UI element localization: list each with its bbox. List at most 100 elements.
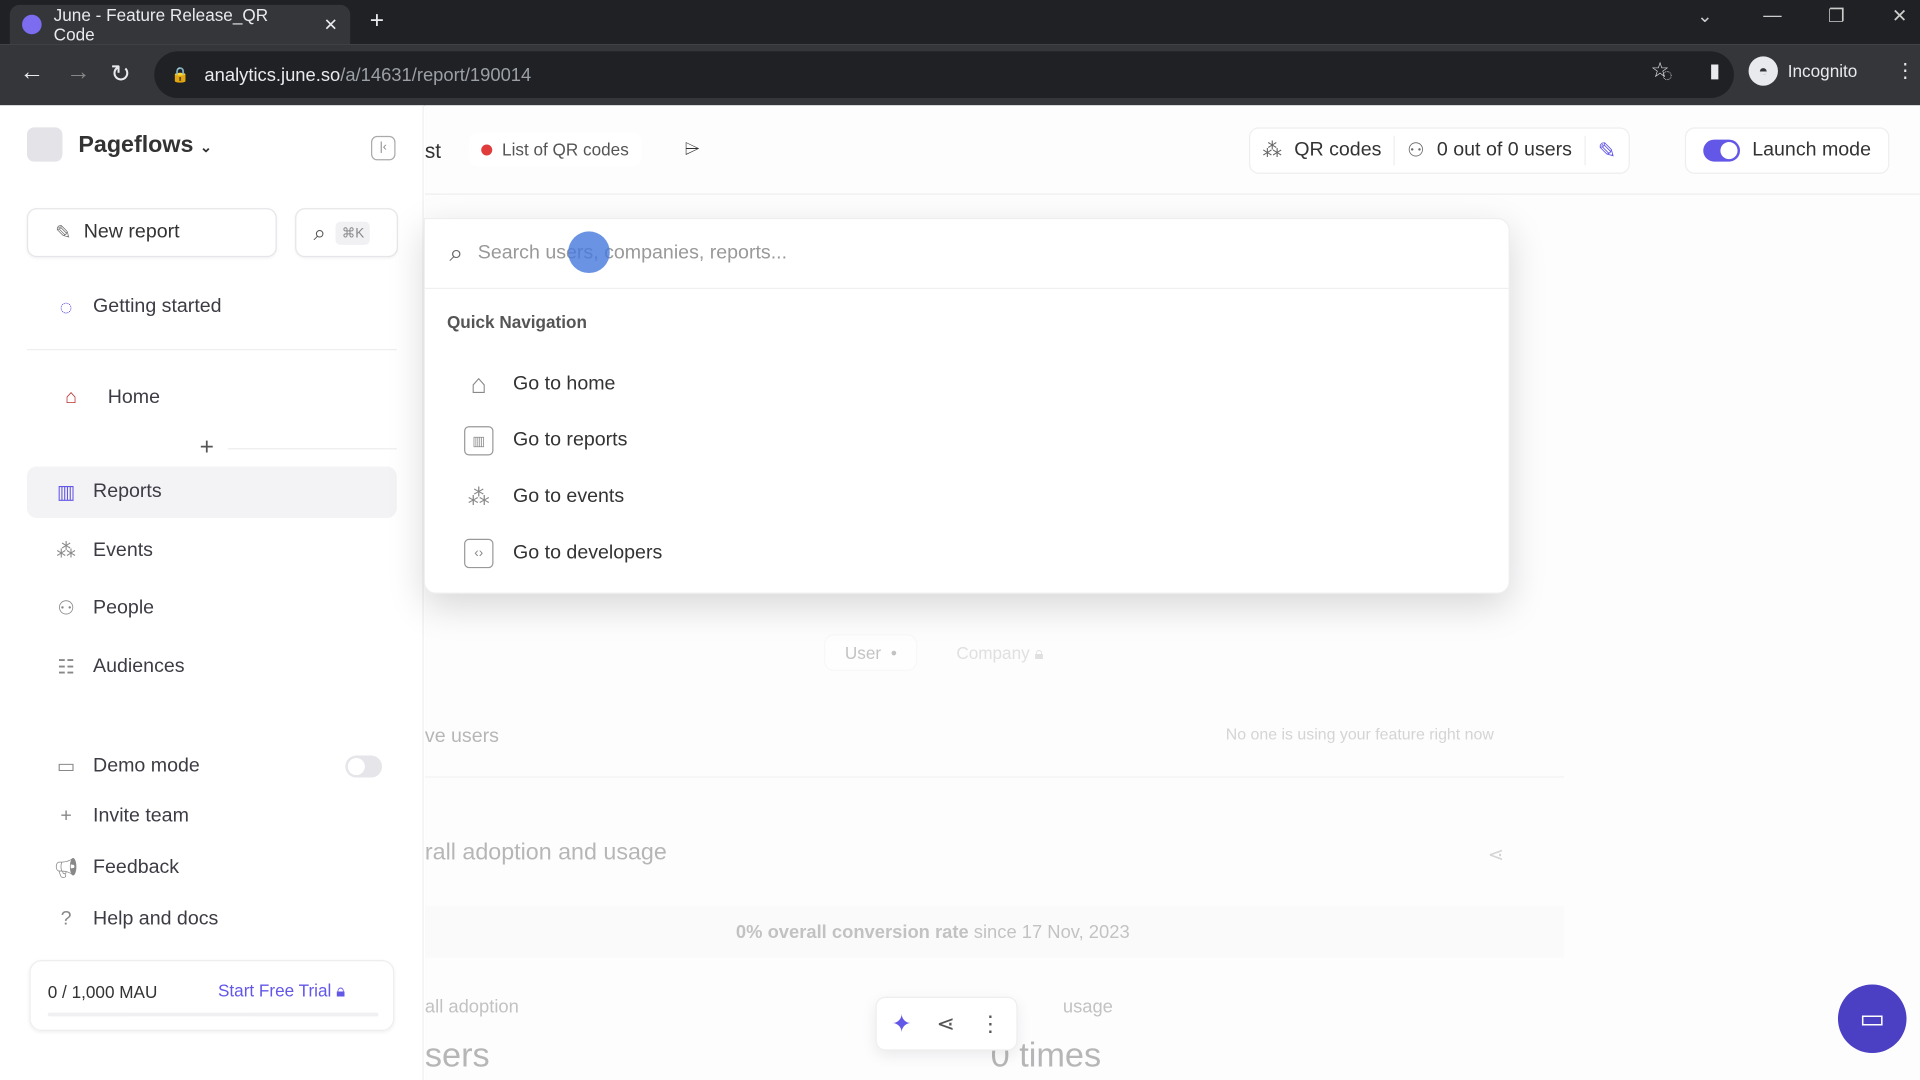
search-button[interactable]: ⌕ ⌘K [295, 208, 398, 258]
address-bar[interactable]: 🔒 analytics.june.so/a/14631/report/190014… [154, 51, 1734, 98]
maximize-button[interactable]: ❐ [1828, 5, 1844, 27]
active-users-title: ve users [424, 726, 499, 747]
june-favicon-icon [22, 14, 42, 35]
tag-icon[interactable]: ⌲ [684, 138, 699, 160]
profile-label: Incognito [1787, 61, 1858, 81]
browser-tab[interactable]: June - Feature Release_QR Code ✕ [9, 4, 351, 45]
tab-user[interactable]: User • [824, 634, 918, 672]
label: User [844, 642, 882, 663]
workspace-name: Pageflows [78, 132, 194, 158]
home-icon: ⌂ [65, 386, 77, 408]
adoption-value: sers [424, 1035, 490, 1074]
sidebar-item-help[interactable]: ? Help and docs [27, 894, 397, 945]
new-report-button[interactable]: ✎ New report [26, 208, 277, 258]
lock-icon: 🔒︎ [1034, 642, 1044, 663]
sidebar-item-events[interactable]: ⁂ Events [27, 525, 397, 576]
sidebar-item-demo-mode[interactable]: ▭ Demo mode [27, 741, 397, 792]
collapse-sidebar-icon[interactable]: |‹ [371, 135, 396, 161]
list-tag-label: List of QR codes [502, 139, 629, 160]
forward-icon[interactable]: → [66, 59, 90, 87]
sidebar-item-reports[interactable]: ▥ Reports [26, 466, 397, 518]
label: Go to home [513, 373, 616, 395]
label: Audiences [93, 656, 185, 678]
reports-icon: ▥ [56, 482, 76, 504]
share-icon[interactable]: ⋖ [936, 1011, 954, 1037]
close-tab-icon[interactable]: ✕ [324, 14, 338, 35]
floating-toolbar: ✦ ⋖ ⋮ [875, 996, 1018, 1051]
side-panel-icon[interactable]: ▮ [1709, 59, 1720, 83]
reload-icon[interactable]: ↻ [110, 59, 131, 90]
label: People [93, 597, 155, 619]
sidebar-item-feedback[interactable]: 📢︎ Feedback [27, 842, 397, 893]
chevron-down-icon: ⌄ [199, 138, 213, 156]
start-trial-link[interactable]: Start Free Trial 🔒︎ [218, 981, 345, 1002]
search-icon: ⌕ [449, 239, 464, 267]
nav-go-to-home[interactable]: ⌂ Go to home [464, 360, 616, 409]
back-icon[interactable]: ← [20, 59, 44, 87]
mau-count: 0 / 1,000 MAU [47, 982, 158, 1002]
more-icon[interactable]: ⋮ [979, 1011, 1001, 1037]
section-heading: Quick Navigation [446, 312, 587, 332]
label: Feedback [93, 857, 180, 878]
nav-go-to-developers[interactable]: ‹› Go to developers [464, 529, 662, 578]
close-window-button[interactable]: ✕ [1892, 5, 1907, 27]
conversion-since: since 17 Nov, 2023 [968, 922, 1130, 943]
url-host: analytics.june.so [204, 64, 341, 86]
browser-menu-icon[interactable]: ⋮ [1896, 59, 1916, 83]
edit-icon: ✎ [55, 222, 72, 244]
tab-search-icon[interactable]: ⌄ [1697, 5, 1712, 27]
tab-company[interactable]: Company 🔒︎ [956, 643, 1043, 664]
label: Events [93, 540, 153, 561]
sidebar-item-getting-started[interactable]: ◌ Getting started [27, 282, 397, 333]
shortcut-badge: ⌘K [335, 221, 371, 245]
audiences-icon: ☷ [57, 657, 75, 679]
mau-card: 0 / 1,000 MAU Start Free Trial 🔒︎ [29, 960, 395, 1032]
list-tag[interactable]: List of QR codes [468, 132, 642, 167]
divider [26, 348, 397, 351]
trial-label: Start Free Trial [217, 980, 332, 1001]
nav-go-to-events[interactable]: ⁂ Go to events [464, 473, 624, 522]
demo-mode-toggle[interactable] [345, 755, 383, 778]
window-icon: ▭ [56, 756, 76, 778]
new-tab-button[interactable]: + [370, 7, 384, 35]
label: Help and docs [93, 908, 219, 930]
help-icon: ? [60, 908, 72, 930]
incognito-profile[interactable]: ◓ Incognito [1748, 56, 1858, 86]
label: Demo mode [93, 755, 200, 777]
workspace-switcher[interactable]: Pageflows ⌄ [78, 132, 212, 159]
breadcrumb[interactable]: st [425, 140, 441, 164]
lock-icon: 🔒 [171, 66, 190, 84]
add-pinned-button[interactable]: + [200, 433, 214, 461]
new-report-label: New report [83, 221, 180, 243]
mouse-cursor [568, 231, 610, 274]
launch-mode-label: Launch mode [1752, 139, 1871, 161]
events-icon: ⁂ [1262, 140, 1283, 162]
label: Getting started [93, 296, 222, 318]
conversion-text: 0% overall conversion rate since 17 Nov,… [736, 922, 1130, 943]
events-icon: ⁂ [56, 541, 76, 563]
bookmark-star-icon[interactable]: ☆ [1651, 59, 1670, 83]
sparkles-icon[interactable]: ✦ [891, 1008, 912, 1039]
minimize-button[interactable]: — [1763, 5, 1781, 26]
label: Invite team [93, 805, 189, 827]
sidebar-item-invite-team[interactable]: + Invite team [27, 791, 397, 842]
nav-go-to-reports[interactable]: ▥ Go to reports [464, 416, 627, 465]
share-icon[interactable]: ⋖ [1488, 842, 1504, 866]
chat-button[interactable]: ▭ [1837, 984, 1907, 1054]
label: Go to developers [513, 542, 663, 564]
chat-icon: ▭ [1859, 1002, 1885, 1034]
launch-mode-toggle[interactable]: Launch mode [1684, 127, 1890, 174]
reports-icon: ▥ [464, 426, 494, 456]
users-count[interactable]: 0 out of 0 users [1437, 140, 1572, 162]
label: Go to reports [513, 429, 628, 451]
toggle-switch[interactable] [1703, 139, 1741, 162]
event-name[interactable]: QR codes [1294, 140, 1381, 162]
sidebar-item-home[interactable]: ⌂ Home [27, 372, 397, 423]
edit-icon[interactable]: ✎ [1598, 138, 1616, 164]
tab-title: June - Feature Release_QR Code [53, 4, 269, 45]
label: Reports [93, 481, 162, 503]
sidebar: Pageflows ⌄ |‹ ✎ New report ⌕ ⌘K ◌ Getting … [0, 105, 424, 1080]
sidebar-item-audiences[interactable]: ☷ Audiences [27, 642, 397, 693]
sidebar-item-people[interactable]: ⚇ People [27, 583, 397, 634]
progress-ring-icon: ◌ [59, 294, 73, 319]
